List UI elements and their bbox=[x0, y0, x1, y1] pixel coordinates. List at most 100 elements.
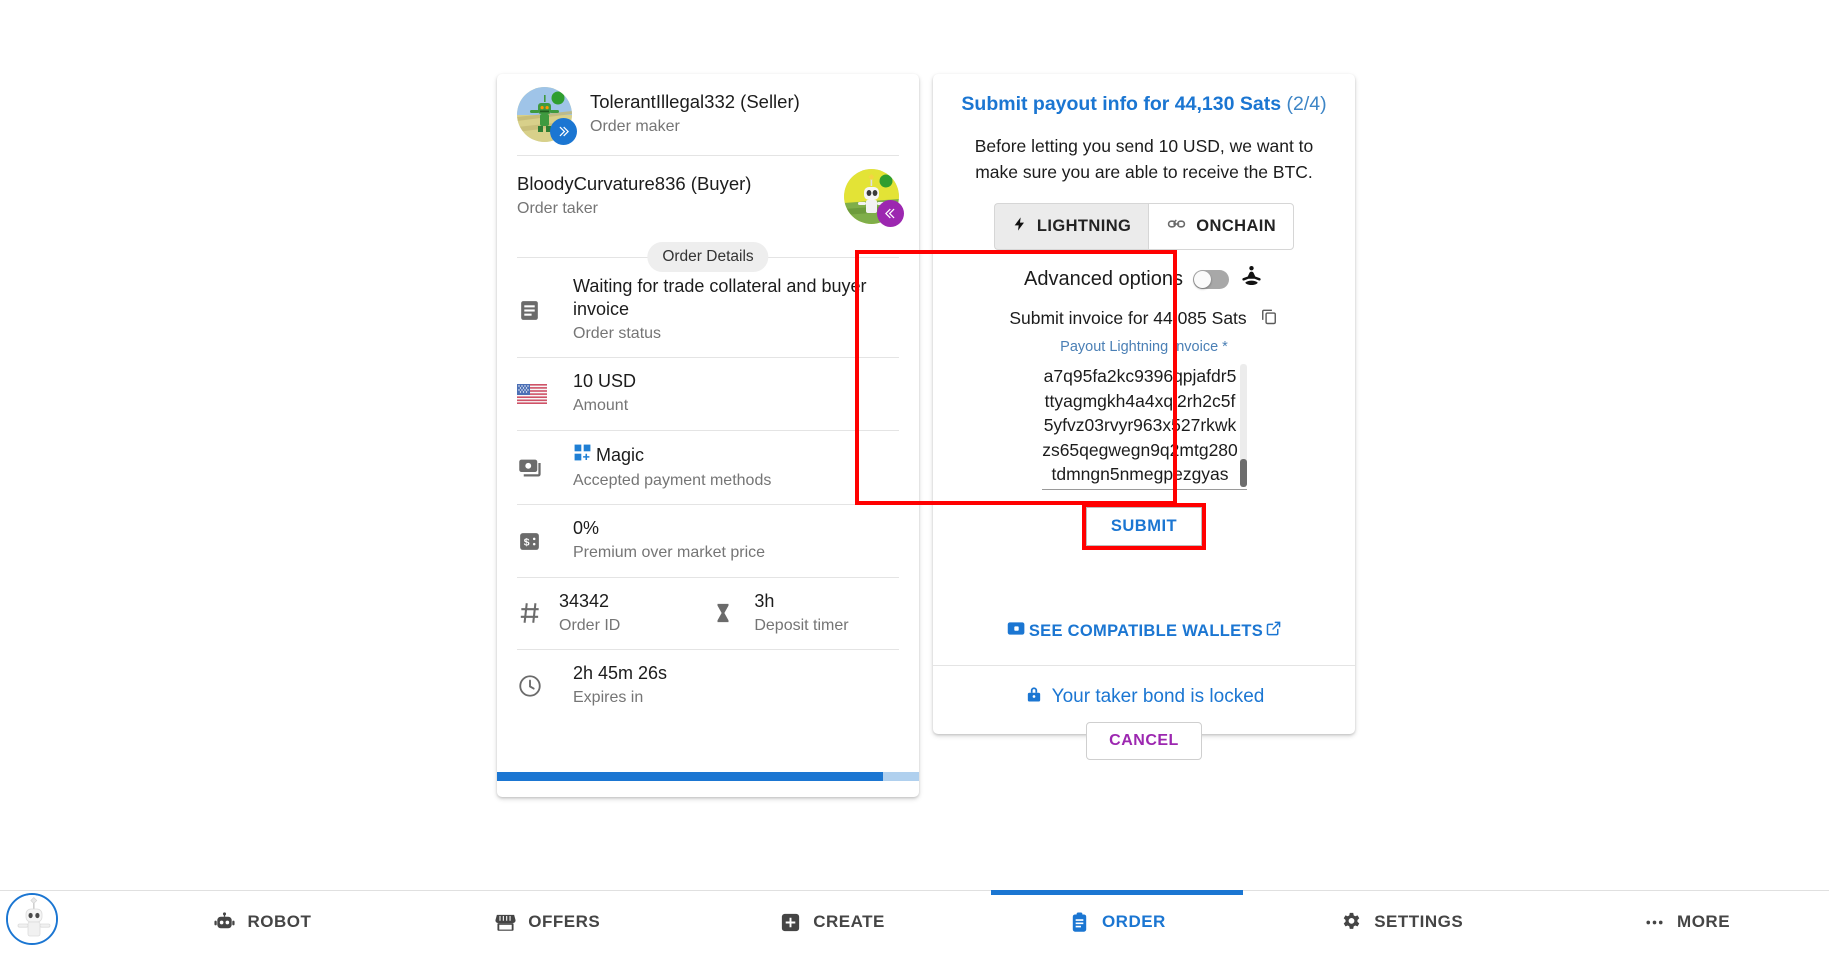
submit-button[interactable]: SUBMIT bbox=[1085, 507, 1203, 547]
onchain-toggle-button[interactable]: ONCHAIN bbox=[1148, 203, 1295, 251]
order-id-and-timer-row: 34342 Order ID 3h Deposit timer bbox=[497, 578, 919, 649]
invoice-scrollbar-thumb[interactable] bbox=[1239, 459, 1247, 488]
submit-highlight: SUBMIT bbox=[1081, 503, 1207, 551]
payment-method-value-line: Magic bbox=[573, 443, 899, 468]
order-progress-bar bbox=[497, 772, 919, 781]
expires-value: 2h 45m 26s bbox=[573, 663, 668, 684]
payout-title-main: Submit payout info for 44,130 Sats bbox=[961, 93, 1282, 115]
nav-item-create[interactable]: CREATE bbox=[690, 891, 975, 953]
order-id-body: 34342 Order ID bbox=[559, 590, 620, 637]
payout-title: Submit payout info for 44,130 Sats (2/4) bbox=[955, 92, 1333, 117]
nav-item-robot-label: ROBOT bbox=[247, 912, 312, 931]
self-improvement-icon bbox=[1239, 264, 1264, 294]
wallet-icon bbox=[1006, 618, 1027, 644]
taker-avatar[interactable] bbox=[844, 169, 904, 227]
hash-icon bbox=[517, 600, 559, 626]
deposit-timer-body: 3h Deposit timer bbox=[754, 590, 848, 637]
deposit-timer-col: 3h Deposit timer bbox=[712, 590, 849, 637]
svg-text:$: $ bbox=[524, 537, 530, 548]
payout-subtitle: Before letting you send 10 USD, we want … bbox=[974, 136, 1314, 182]
taker-bond-status: Your taker bond is locked bbox=[955, 683, 1333, 711]
bottom-navigation-items: ROBOT OFFERS CREATE ORDER SETTINGS MORE bbox=[120, 890, 1829, 953]
nav-active-indicator bbox=[990, 890, 1243, 895]
amount-body: 10 USD Amount bbox=[573, 370, 899, 417]
deposit-timer-value: 3h bbox=[754, 590, 775, 611]
split-row: 34342 Order ID 3h Deposit timer bbox=[517, 590, 899, 637]
advanced-options-row: Advanced options bbox=[955, 264, 1333, 294]
cancel-button[interactable]: CANCEL bbox=[1086, 722, 1202, 761]
invoice-heading-row: Submit invoice for 44,085 Sats bbox=[1009, 306, 1278, 331]
robot-avatar[interactable] bbox=[6, 893, 58, 945]
payout-type-toggle-group: LIGHTNING ONCHAIN bbox=[955, 203, 1333, 251]
payout-step-fraction: (2/4) bbox=[1286, 93, 1327, 115]
expires-body: 2h 45m 26s Expires in bbox=[573, 662, 899, 709]
hourglass-icon bbox=[712, 600, 754, 626]
invoice-field-label: Payout Lightning Invoice * bbox=[1060, 339, 1228, 356]
payment-methods-body: Magic Accepted payment methods bbox=[573, 443, 899, 492]
order-status-value: Waiting for trade collateral and buyer i… bbox=[573, 276, 867, 320]
link-icon bbox=[1166, 214, 1187, 239]
divider bbox=[933, 665, 1355, 667]
order-status-body: Waiting for trade collateral and buyer i… bbox=[573, 275, 899, 345]
payment-method-name: Magic bbox=[596, 444, 645, 465]
nav-item-order[interactable]: ORDER bbox=[974, 890, 1259, 953]
amount-label: Amount bbox=[573, 397, 629, 415]
storefront-icon bbox=[494, 911, 517, 934]
nav-item-create-label: CREATE bbox=[813, 912, 885, 931]
robot-avatar-slot bbox=[0, 891, 120, 953]
nav-item-offers[interactable]: OFFERS bbox=[405, 891, 690, 953]
payments-icon bbox=[517, 454, 573, 481]
taker-role: Order taker bbox=[517, 200, 598, 218]
open-in-new-icon bbox=[1265, 620, 1282, 642]
payment-methods-row: Magic Accepted payment methods bbox=[497, 431, 919, 504]
invoice-input-value: a7q95fa2kc9396qpjafdr5ttyagmgkh4a4xql2rh… bbox=[1042, 366, 1238, 485]
advanced-options-toggle[interactable] bbox=[1193, 269, 1229, 289]
order-progress-fill bbox=[497, 772, 884, 781]
maker-text: TolerantIllegal332 (Seller) Order maker bbox=[590, 90, 800, 140]
cancel-row: CANCEL bbox=[955, 722, 1333, 761]
payout-card: Submit payout info for 44,130 Sats (2/4)… bbox=[933, 74, 1355, 761]
order-status-label: Order status bbox=[573, 325, 662, 343]
taker-text: BloodyCurvature836 (Buyer) Order taker bbox=[517, 172, 751, 222]
invoice-input-field[interactable]: a7q95fa2kc9396qpjafdr5ttyagmgkh4a4xql2rh… bbox=[1041, 364, 1247, 491]
toggle-knob bbox=[1194, 270, 1211, 288]
add-box-icon bbox=[779, 911, 802, 934]
see-compatible-wallets-link[interactable]: SEE COMPATIBLE WALLETS bbox=[955, 618, 1333, 644]
bolt-icon bbox=[1012, 214, 1028, 239]
onchain-toggle-label: ONCHAIN bbox=[1196, 217, 1277, 236]
settings-icon bbox=[1340, 911, 1363, 934]
lightning-toggle-button[interactable]: LIGHTNING bbox=[993, 203, 1149, 251]
taker-name: BloodyCurvature836 (Buyer) bbox=[517, 172, 752, 194]
price-change-icon: $ bbox=[517, 529, 573, 554]
deposit-timer-label: Deposit timer bbox=[754, 616, 849, 634]
clock-icon bbox=[517, 673, 573, 699]
order-id-value: 34342 bbox=[559, 590, 610, 611]
premium-body: 0% Premium over market price bbox=[573, 517, 899, 564]
robot-icon bbox=[213, 911, 236, 934]
double-chevron-right-icon bbox=[550, 118, 577, 145]
nav-item-more[interactable]: MORE bbox=[1544, 891, 1829, 953]
article-icon bbox=[517, 298, 573, 323]
order-details-chip: Order Details bbox=[647, 242, 769, 272]
order-taker-row[interactable]: BloodyCurvature836 (Buyer) Order taker bbox=[497, 156, 919, 237]
bottom-navigation: ROBOT OFFERS CREATE ORDER SETTINGS MORE bbox=[0, 890, 1829, 953]
see-compatible-wallets-label: SEE COMPATIBLE WALLETS bbox=[1028, 621, 1264, 640]
double-chevron-left-icon bbox=[877, 200, 904, 227]
order-details-list: Waiting for trade collateral and buyer i… bbox=[497, 263, 919, 722]
expires-label: Expires in bbox=[573, 689, 644, 707]
more-horiz-icon bbox=[1643, 911, 1666, 934]
content-copy-icon[interactable] bbox=[1259, 306, 1279, 331]
order-id-col: 34342 Order ID bbox=[517, 590, 620, 637]
nav-item-more-label: MORE bbox=[1677, 912, 1731, 931]
lightning-toggle-label: LIGHTNING bbox=[1036, 217, 1132, 236]
order-maker-row[interactable]: TolerantIllegal332 (Seller) Order maker bbox=[497, 74, 919, 155]
premium-row: $ 0% Premium over market price bbox=[497, 505, 919, 576]
app-root: TolerantIllegal332 (Seller) Order maker … bbox=[0, 0, 1829, 953]
nav-item-robot[interactable]: ROBOT bbox=[120, 891, 405, 953]
maker-avatar[interactable] bbox=[517, 87, 577, 145]
invoice-scrollbar[interactable] bbox=[1239, 364, 1247, 488]
assignment-icon bbox=[1068, 911, 1091, 934]
magic-squares-icon bbox=[573, 443, 592, 468]
nav-item-order-label: ORDER bbox=[1101, 912, 1166, 931]
nav-item-settings[interactable]: SETTINGS bbox=[1259, 891, 1544, 953]
